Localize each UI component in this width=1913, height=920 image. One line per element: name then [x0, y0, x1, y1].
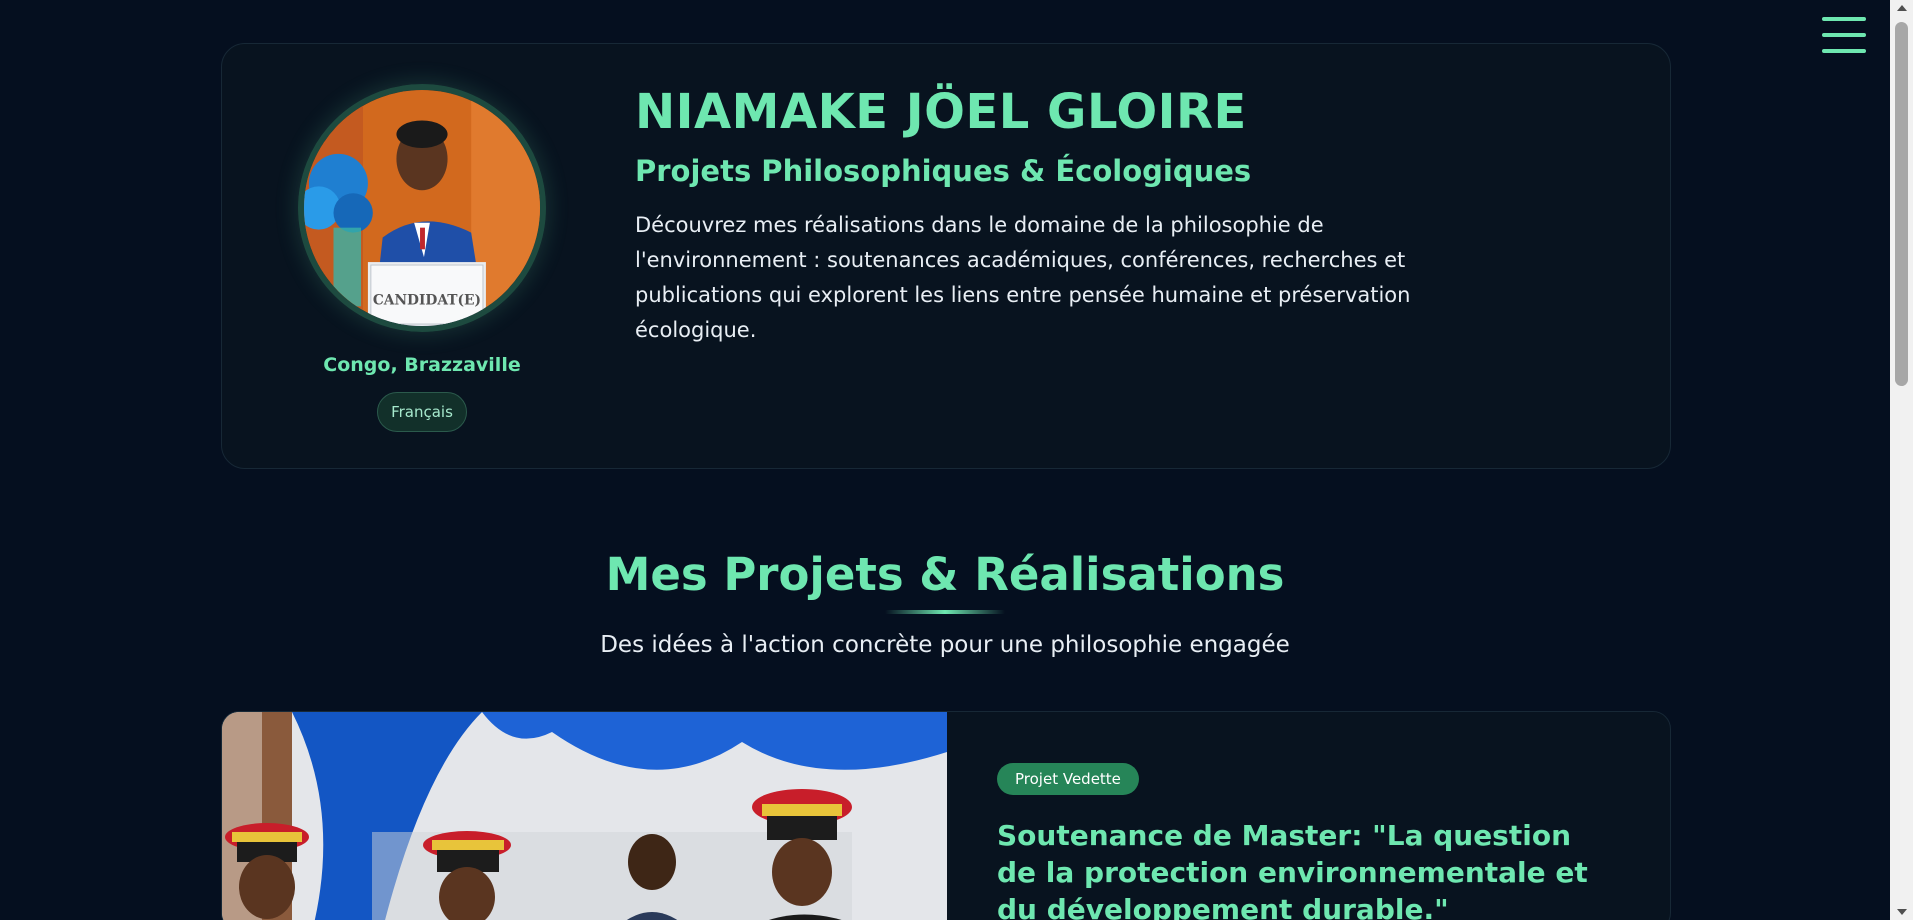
vertical-scrollbar[interactable]	[1890, 0, 1913, 920]
scroll-up-icon[interactable]	[1897, 5, 1907, 11]
profile-photo: CANDIDAT(E)	[298, 84, 546, 332]
hamburger-menu-icon[interactable]	[1822, 17, 1866, 53]
scrollbar-thumb[interactable]	[1895, 22, 1908, 386]
menu-bar	[1822, 49, 1866, 53]
section-subtitle: Des idées à l'action concrète pour une p…	[600, 632, 1290, 658]
title-underline	[885, 610, 1005, 614]
profile-name: NIAMAKE JÖEL GLOIRE	[635, 84, 1247, 140]
profile-role: Projets Philosophiques & Écologiques	[635, 154, 1252, 188]
scroll-down-icon[interactable]	[1897, 909, 1907, 915]
menu-bar	[1822, 33, 1866, 37]
menu-bar	[1822, 17, 1866, 21]
featured-badge: Projet Vedette	[997, 763, 1139, 795]
section-title: Mes Projets & Réalisations	[605, 548, 1285, 601]
project-photo	[222, 712, 947, 920]
project-title[interactable]: Soutenance de Master: "La question de la…	[997, 817, 1597, 920]
location: Congo, Brazzaville	[323, 354, 521, 376]
profile-intro: Découvrez mes réalisations dans le domai…	[635, 213, 1411, 342]
featured-project-card[interactable]: Projet Vedette Soutenance de Master: "La…	[221, 711, 1671, 920]
profile-card: CANDIDAT(E) Congo, Brazzaville Français …	[221, 43, 1671, 469]
placard-text: CANDIDAT(E)	[373, 292, 481, 308]
language-badge[interactable]: Français	[377, 392, 467, 432]
